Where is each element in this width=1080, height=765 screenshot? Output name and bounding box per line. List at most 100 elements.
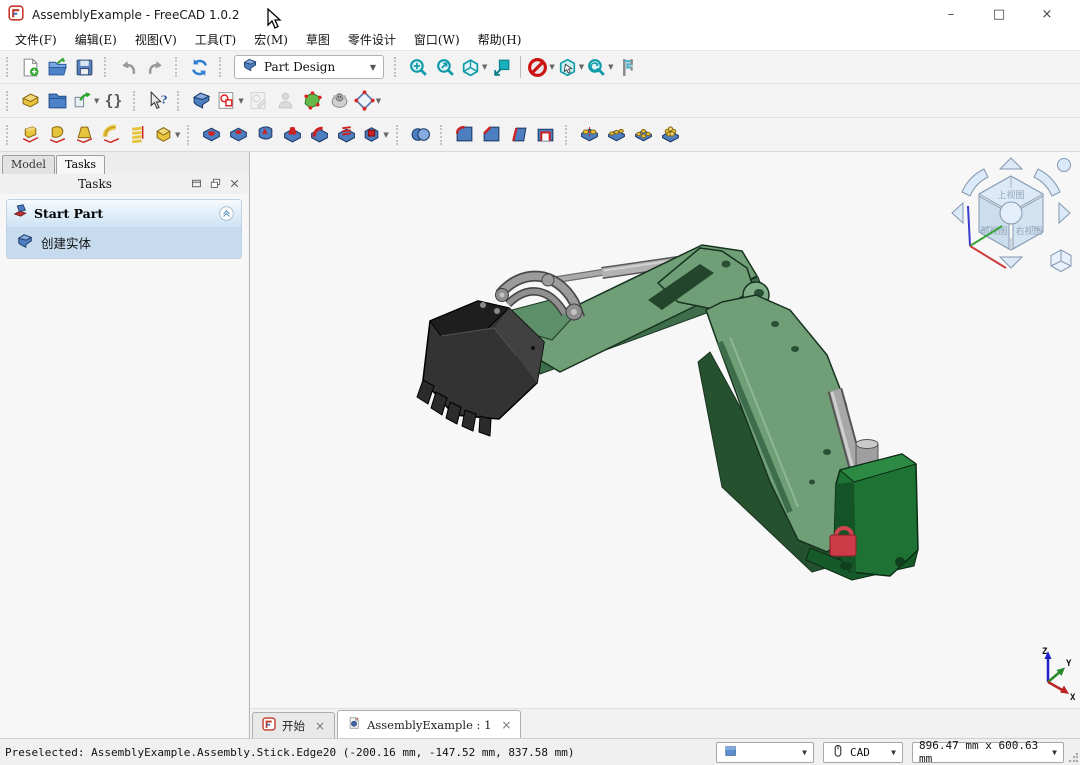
dock-tab-model[interactable]: Model xyxy=(2,155,55,174)
panel-minimize-icon[interactable] xyxy=(190,175,203,194)
mdi-tab-1[interactable]: AssemblyExample : 1× xyxy=(337,710,521,738)
toolbar-grip[interactable] xyxy=(6,91,12,111)
pad-button[interactable] xyxy=(17,121,44,148)
dropdown-caret-icon[interactable]: ▼ xyxy=(608,63,613,71)
chamfer-button[interactable] xyxy=(478,121,505,148)
groove-button[interactable] xyxy=(252,121,279,148)
dropdown-caret-icon[interactable]: ▼ xyxy=(175,131,180,139)
undo-button[interactable] xyxy=(115,54,142,81)
toolbar-grip[interactable] xyxy=(133,91,139,111)
start-part-section[interactable]: Start Part xyxy=(7,200,241,227)
dock-tab-tasks[interactable]: Tasks xyxy=(56,155,105,174)
dropdown-caret-icon[interactable]: ▼ xyxy=(482,63,487,71)
menu-item-5[interactable]: 草图 xyxy=(297,29,339,50)
nav-mini-cube-icon[interactable] xyxy=(1051,250,1071,272)
toolbar-grip[interactable] xyxy=(177,91,183,111)
excavator-model[interactable] xyxy=(417,245,918,580)
axonometric-button[interactable]: ▼ xyxy=(459,54,488,81)
open-folder-button[interactable] xyxy=(44,54,71,81)
toolbar-grip[interactable] xyxy=(6,57,12,77)
toolbar-grip[interactable] xyxy=(6,125,12,145)
thickness-button[interactable] xyxy=(532,121,559,148)
toolbar-grip[interactable] xyxy=(440,125,446,145)
toolbar-grip[interactable] xyxy=(219,57,225,77)
menu-item-8[interactable]: 帮助(H) xyxy=(469,29,531,50)
toolbar-grip[interactable] xyxy=(396,125,402,145)
nav-arrow-right-icon[interactable] xyxy=(1059,203,1070,223)
save-button[interactable] xyxy=(71,54,98,81)
navigation-cube[interactable]: 上视图 前视图 右视图 xyxy=(948,156,1078,286)
close-button[interactable]: × xyxy=(1030,7,1064,22)
dropdown-caret-icon[interactable]: ▼ xyxy=(94,97,99,105)
additive-loft-button[interactable] xyxy=(71,121,98,148)
hole-button[interactable] xyxy=(225,121,252,148)
menu-item-7[interactable]: 窗口(W) xyxy=(405,29,469,50)
subtractive-loft-button[interactable] xyxy=(279,121,306,148)
additive-pipe-button[interactable] xyxy=(98,121,125,148)
3d-viewport[interactable]: 上视图 前视图 右视图 xyxy=(250,152,1080,738)
menu-item-0[interactable]: 文件(F) xyxy=(6,29,66,50)
part-button[interactable] xyxy=(17,87,44,114)
group-folder-button[interactable] xyxy=(44,87,71,114)
expression-button[interactable]: {} xyxy=(100,87,127,114)
dropdown-caret-icon[interactable]: ▼ xyxy=(383,131,388,139)
rotate-view-button[interactable]: ▼ xyxy=(585,54,614,81)
revolution-button[interactable] xyxy=(44,121,71,148)
nav-arrow-left-icon[interactable] xyxy=(952,203,963,223)
refresh-button[interactable] xyxy=(186,54,213,81)
draft-button[interactable] xyxy=(505,121,532,148)
multitransform-button[interactable] xyxy=(657,121,684,148)
clipping-button[interactable]: ▼ xyxy=(526,54,555,81)
make-link-button[interactable]: ▼ xyxy=(71,87,100,114)
toolbar-grip[interactable] xyxy=(565,125,571,145)
overlay-selector[interactable]: ▼ xyxy=(716,742,814,763)
datum-button[interactable]: ▼ xyxy=(353,87,382,114)
minimize-button[interactable]: – xyxy=(934,7,968,22)
subtractive-pipe-button[interactable] xyxy=(306,121,333,148)
menu-item-3[interactable]: 工具(T) xyxy=(186,29,245,50)
mdi-tab-0[interactable]: 开始× xyxy=(252,712,335,738)
dropdown-caret-icon[interactable]: ▼ xyxy=(549,63,554,71)
pocket-button[interactable] xyxy=(198,121,225,148)
close-icon[interactable]: × xyxy=(501,718,511,732)
menu-item-6[interactable]: 零件设计 xyxy=(339,29,405,50)
subtractive-primitive-button[interactable]: ▼ xyxy=(360,121,389,148)
additive-primitive-button[interactable]: ▼ xyxy=(152,121,181,148)
collapse-icon[interactable] xyxy=(218,205,235,222)
nav-arrow-up-icon[interactable] xyxy=(1000,158,1022,169)
dropdown-caret-icon[interactable]: ▼ xyxy=(579,63,584,71)
additive-helix-button[interactable] xyxy=(125,121,152,148)
toolbar-grip[interactable] xyxy=(104,57,110,77)
validate-sketch-button[interactable] xyxy=(299,87,326,114)
menu-item-4[interactable]: 宏(M) xyxy=(245,29,297,50)
create-sketch-button[interactable]: ▼ xyxy=(215,87,244,114)
whats-this-button[interactable]: ? xyxy=(144,87,171,114)
resize-grip[interactable] xyxy=(1068,753,1078,763)
maximize-button[interactable]: □ xyxy=(982,7,1016,22)
new-document-button[interactable] xyxy=(17,54,44,81)
workbench-selector[interactable]: Part Design▼ xyxy=(234,55,384,79)
navigation-style-selector[interactable]: CAD ▼ xyxy=(823,742,903,763)
titlebar[interactable]: AssemblyExample - FreeCAD 1.0.2 – □ × xyxy=(0,0,1080,29)
panel-close-icon[interactable] xyxy=(228,175,241,194)
clone-button[interactable] xyxy=(326,87,353,114)
boolean-button[interactable] xyxy=(407,121,434,148)
panel-float-icon[interactable] xyxy=(209,175,222,194)
menu-item-2[interactable]: 视图(V) xyxy=(126,29,186,50)
toolbar-grip[interactable] xyxy=(187,125,193,145)
nav-circle-icon[interactable] xyxy=(1058,159,1071,172)
dimension-selector[interactable]: 896.47 mm x 600.63 mm ▼ xyxy=(912,742,1064,763)
create-body-button[interactable] xyxy=(188,87,215,114)
fit-all-button[interactable] xyxy=(405,54,432,81)
toolbar-grip[interactable] xyxy=(394,57,400,77)
polar-pattern-button[interactable] xyxy=(630,121,657,148)
redo-button[interactable] xyxy=(142,54,169,81)
zoom-selection-button[interactable] xyxy=(432,54,459,81)
nav-cube-faces[interactable] xyxy=(979,176,1043,250)
toolbar-grip[interactable] xyxy=(175,57,181,77)
box-selection-button[interactable]: ▼ xyxy=(556,54,585,81)
dropdown-caret-icon[interactable]: ▼ xyxy=(376,97,381,105)
align-view-button[interactable] xyxy=(488,54,515,81)
create-solid-item[interactable]: 创建实体 xyxy=(7,227,241,258)
linear-pattern-button[interactable] xyxy=(603,121,630,148)
